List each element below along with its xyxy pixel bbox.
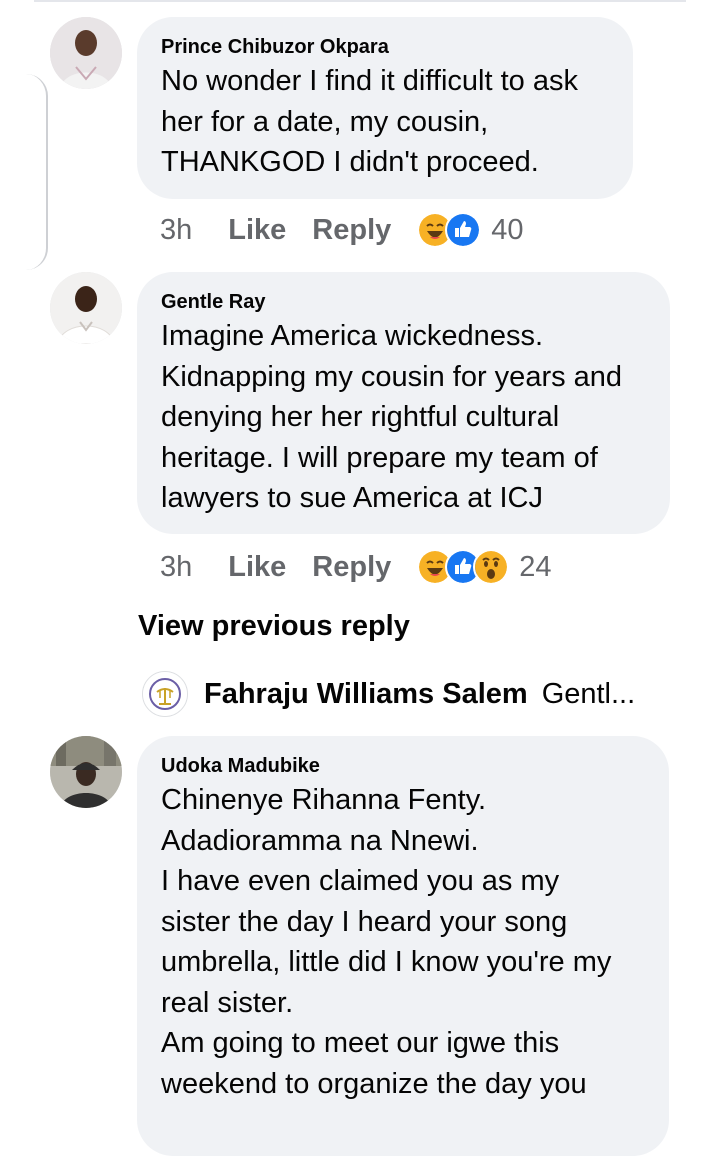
profile-photo-icon [50, 17, 122, 89]
reaction-count[interactable]: 24 [519, 551, 551, 584]
like-button[interactable]: Like [228, 214, 286, 247]
avatar[interactable] [142, 671, 188, 717]
comment-text-line: Kidnapping my cousin for years and [161, 360, 623, 393]
comment-text-line: lawyers to sue America at ICJ [161, 482, 543, 514]
reply-author[interactable]: Fahraju Williams Salem [204, 678, 528, 711]
thread-line [20, 74, 48, 270]
comment-text-line: Chinenye Rihanna Fenty. [161, 784, 487, 816]
comment-text-line: Am going to meet our igwe this [161, 1027, 560, 1059]
comment-bubble: Gentle Ray Imagine America wickedness. K… [137, 272, 670, 534]
top-divider [34, 0, 686, 2]
comment-text: No wonder I find it difficult to ask her… [161, 61, 609, 183]
reply-button[interactable]: Reply [312, 214, 391, 247]
comment-text-line: I have even claimed you as my [161, 865, 560, 897]
profile-photo-icon [50, 736, 122, 808]
collapsed-reply[interactable]: Fahraju Williams Salem Gentl... [142, 670, 635, 718]
comment-text-line: THANKGOD I didn't proceed. [161, 146, 539, 178]
reply-snippet[interactable]: Gentl... [542, 678, 636, 711]
judaism-logo-icon [143, 672, 187, 716]
view-previous-reply-link[interactable]: View previous reply [138, 610, 410, 643]
avatar[interactable] [50, 736, 122, 808]
comment-text-line: her for a date, my cousin, [161, 105, 489, 138]
comment-author[interactable]: Prince Chibuzor Okpara [161, 35, 609, 59]
like-button[interactable]: Like [228, 551, 286, 584]
comment-time[interactable]: 3h [160, 214, 192, 247]
comment-time[interactable]: 3h [160, 551, 192, 584]
comment-text-line: Adadioramma na Nnewi. [161, 824, 479, 857]
comment-text-line: sister the day I heard your song [161, 905, 568, 938]
reactions-summary[interactable] [417, 212, 482, 248]
comment-actions: 3h Like Reply 40 [160, 210, 524, 250]
comment-text: Chinenye Rihanna Fenty. Adadioramma na N… [161, 780, 645, 1104]
comment-text: Imagine America wickedness. Kidnapping m… [161, 316, 646, 519]
comment-text-line: No wonder I find it difficult to ask [161, 65, 578, 97]
comment-text-line: real sister. [161, 986, 294, 1019]
comment-text-line: weekend to organize the day you [161, 1067, 587, 1100]
profile-photo-icon [50, 272, 122, 344]
comment-actions: 3h Like Reply 24 [160, 547, 552, 587]
comment-author[interactable]: Udoka Madubike [161, 754, 645, 778]
comment-text-line: Imagine America wickedness. [161, 320, 543, 352]
reaction-count[interactable]: 40 [491, 214, 523, 247]
comment-text-line: denying her her rightful cultural [161, 401, 560, 433]
comment-bubble: Udoka Madubike Chinenye Rihanna Fenty. A… [137, 736, 669, 1156]
avatar[interactable] [50, 272, 122, 344]
comment-text-line: umbrella, little did I know you're my [161, 946, 612, 978]
comment-bubble: Prince Chibuzor Okpara No wonder I find … [137, 17, 633, 199]
reactions-summary[interactable] [417, 549, 510, 585]
wow-icon [473, 549, 510, 585]
like-icon [445, 212, 482, 248]
reply-button[interactable]: Reply [312, 551, 391, 584]
avatar[interactable] [50, 17, 122, 89]
comment-author[interactable]: Gentle Ray [161, 290, 646, 314]
comment-text-line: heritage. I will prepare my team of [161, 441, 598, 474]
